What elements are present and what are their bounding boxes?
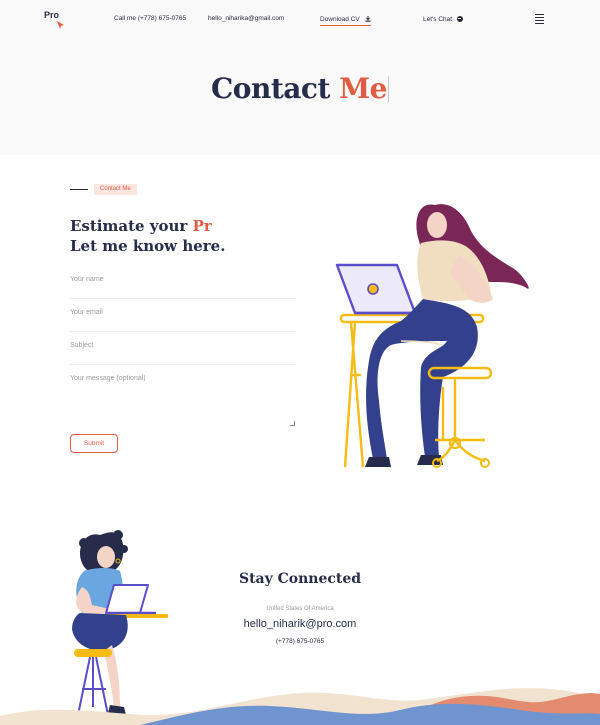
logo[interactable]: Pro [44, 10, 59, 20]
stay-country: United States Of America [266, 606, 334, 612]
decorative-waves [0, 688, 600, 725]
download-cv-label: Download CV [320, 16, 360, 23]
eyebrow-line [70, 189, 88, 190]
name-placeholder: Your name [70, 276, 104, 283]
subject-placeholder: Subject [70, 342, 94, 349]
cursor-icon [57, 21, 64, 29]
download-icon [365, 16, 371, 22]
nav-phone[interactable]: Call me (+778) 675-0765 [114, 15, 186, 22]
stay-email-link[interactable]: hello_niharik@pro.com [0, 618, 600, 630]
heading-accent: Pr [192, 217, 212, 235]
page-title: Contact Me [0, 72, 600, 105]
stay-phone-link[interactable]: (+778) 675-0765 [0, 638, 600, 645]
heading-line2: Let me know here. [70, 237, 226, 255]
chat-icon [456, 16, 463, 22]
contact-heading: Estimate your Pr Let me know here. [70, 216, 225, 256]
subject-field[interactable]: Subject [70, 342, 295, 365]
heading-line1: Estimate your [70, 217, 188, 235]
lets-chat-link[interactable]: Let's Chat [423, 16, 463, 23]
email-field[interactable]: Your email [70, 309, 295, 332]
page-title-accent: Me [339, 72, 387, 105]
menu-icon[interactable] [535, 14, 544, 24]
name-field[interactable]: Your name [70, 276, 295, 299]
email-placeholder: Your email [70, 309, 103, 316]
resize-handle[interactable] [290, 421, 295, 426]
submit-button[interactable]: Submit [70, 434, 118, 453]
typing-caret [387, 76, 389, 102]
nav-email[interactable]: hello_niharika@gmail.com [208, 15, 284, 22]
stay-connected-title: Stay Connected [238, 571, 362, 587]
lets-chat-label: Let's Chat [423, 16, 453, 23]
message-placeholder: Your message (optional) [70, 375, 146, 382]
message-field[interactable]: Your message (optional) [70, 375, 295, 426]
download-cv-link[interactable]: Download CV [320, 16, 371, 26]
woman-laptop-illustration [335, 204, 529, 468]
eyebrow-tag: Contact Me [94, 184, 137, 195]
page-title-main: Contact [211, 72, 330, 105]
